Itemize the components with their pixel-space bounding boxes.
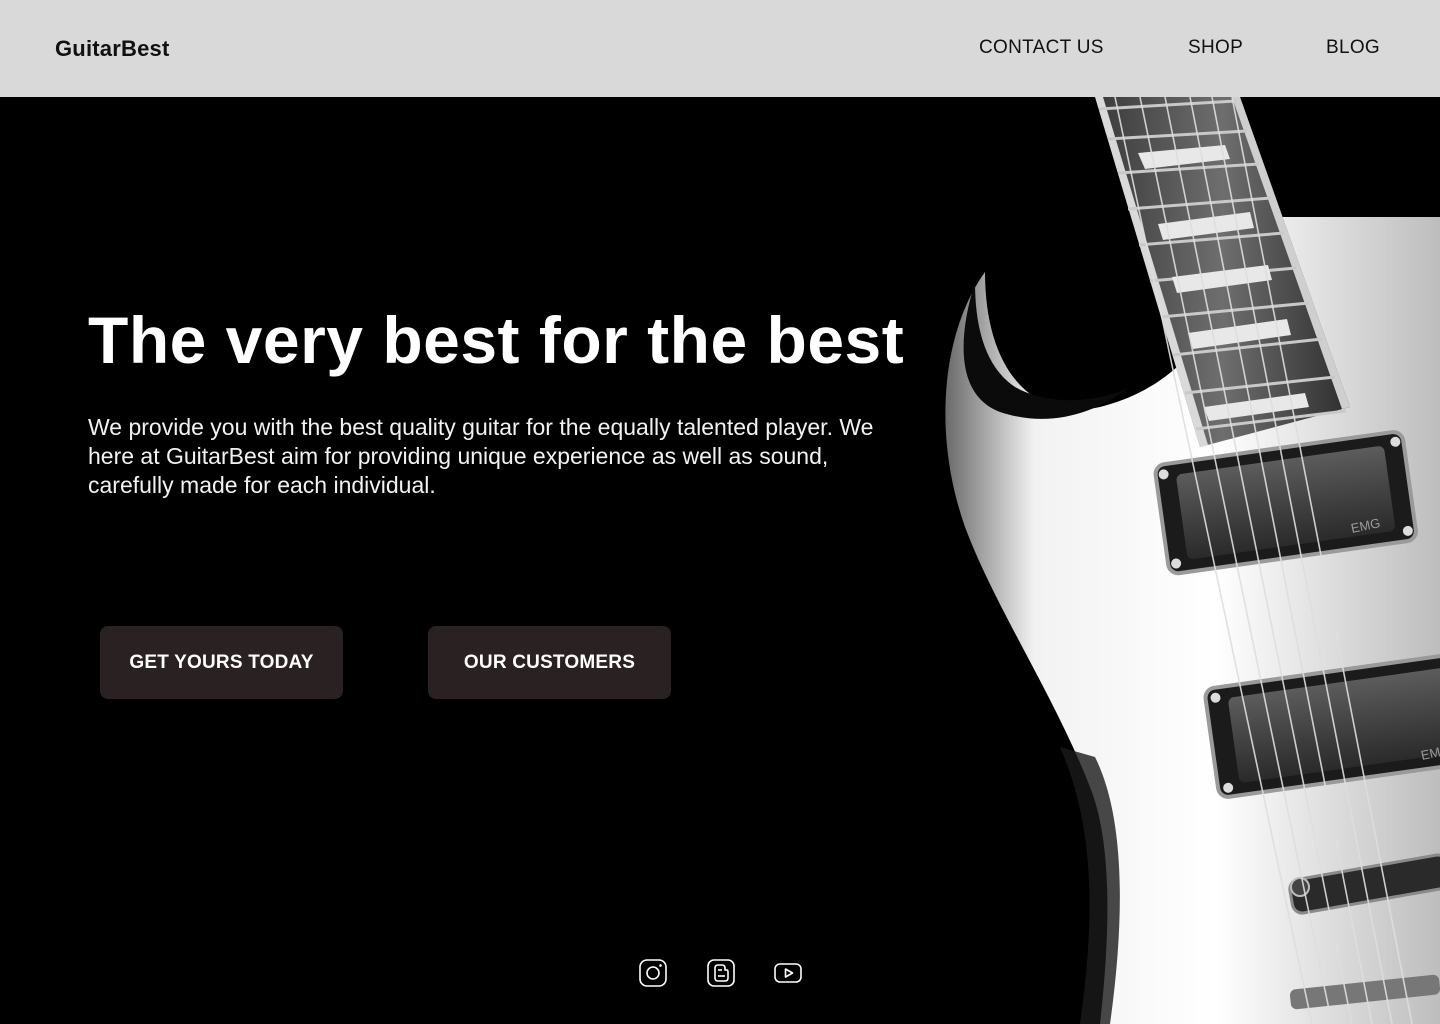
youtube-icon[interactable] — [773, 958, 803, 988]
guitar-image: EMG EM — [945, 97, 1440, 1024]
nav-blog[interactable]: BLOG — [1326, 37, 1380, 59]
hero-description: We provide you with the best quality gui… — [88, 414, 874, 498]
hero-section: EMG EM The very best for the best We pro… — [0, 97, 1440, 1024]
instagram-icon[interactable] — [638, 958, 668, 988]
blogger-icon[interactable] — [706, 958, 736, 988]
top-navbar: GuitarBest CONTACT US SHOP BLOG — [0, 0, 1440, 97]
get-yours-today-button[interactable]: GET YOURS TODAY — [100, 626, 343, 699]
our-customers-button[interactable]: OUR CUSTOMERS — [428, 626, 671, 699]
hero-title: The very best for the best — [88, 303, 905, 377]
brand-logo[interactable]: GuitarBest — [55, 36, 169, 62]
nav-shop[interactable]: SHOP — [1188, 37, 1243, 59]
nav-contact-us[interactable]: CONTACT US — [979, 37, 1104, 59]
